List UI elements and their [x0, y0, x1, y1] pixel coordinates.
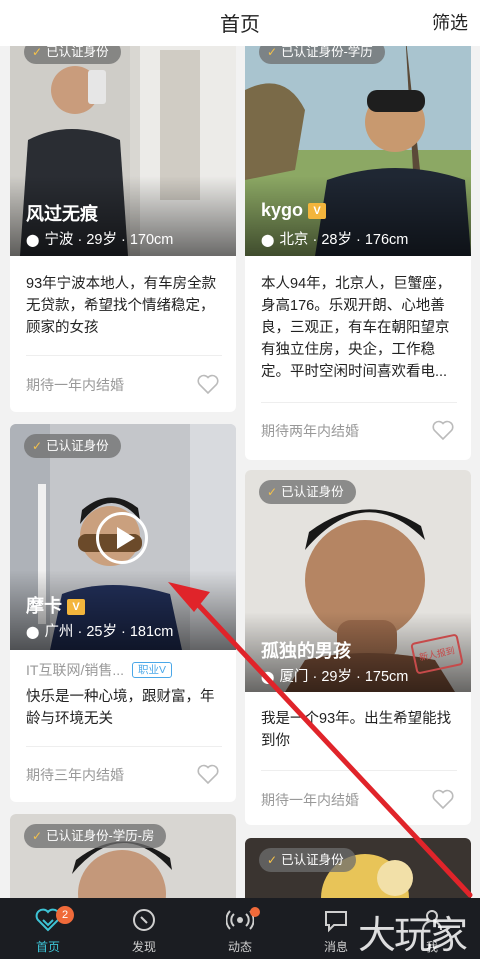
- profile-card[interactable]: ✓ 已认证身份 风过无痕 ⬤ 宁波 · 29岁 · 170cm 93年宁波本地人，有…: [10, 30, 236, 412]
- check-icon: ✓: [267, 485, 278, 499]
- profile-meta: ⬤ 广州 · 25岁 · 181cm: [26, 624, 174, 640]
- verified-badge: ✓ 已认证身份: [24, 434, 121, 458]
- location-pin-icon: ⬤: [26, 625, 40, 639]
- new-dot: [250, 907, 260, 917]
- marriage-plan: 期待一年内结婚: [261, 792, 359, 808]
- top-bar: 首页 筛选: [0, 0, 480, 46]
- profile-description: 93年宁波本地人，有车房全款无贷款，希望找个情绪稳定，顾家的女孩: [26, 276, 217, 336]
- like-heart-icon[interactable]: [431, 418, 455, 442]
- vip-icon: V: [308, 203, 327, 219]
- compass-icon: [133, 909, 155, 931]
- profile-card[interactable]: 新人报到 ✓ 已认证身份 孤独的男孩 ⬤ 厦门 · 29岁 · 175cm 我是一个…: [245, 470, 471, 825]
- check-icon: ✓: [267, 853, 278, 867]
- profile-card[interactable]: ✓ 已认证身份-学历 kygo V ⬤ 北京 · 28岁 · 176cm 本人94年，…: [245, 30, 471, 460]
- location-pin-icon: ⬤: [261, 670, 275, 684]
- vip-icon: V: [67, 599, 85, 615]
- message-icon: [325, 911, 347, 933]
- like-heart-icon[interactable]: [431, 787, 455, 811]
- location-pin-icon: ⬤: [26, 233, 40, 247]
- verified-badge: ✓ 已认证身份: [259, 480, 356, 504]
- watermark: 大玩家: [357, 913, 468, 957]
- check-icon: ✓: [32, 45, 43, 59]
- job-verified-tag: 职业V: [132, 662, 173, 678]
- nav-moments[interactable]: 动态: [192, 898, 288, 959]
- page-title: 首页: [220, 14, 260, 36]
- nav-home[interactable]: 2 首页: [0, 898, 96, 959]
- like-heart-icon[interactable]: [196, 372, 220, 396]
- profile-name: 摩卡 V: [26, 592, 85, 618]
- profile-description: 快乐是一种心境，跟财富，年龄与环境无关: [26, 689, 215, 727]
- play-video-icon[interactable]: [96, 512, 148, 564]
- profile-name: 风过无痕: [26, 204, 98, 224]
- marriage-plan: 期待三年内结婚: [26, 767, 124, 783]
- profile-meta: ⬤ 宁波 · 29岁 · 170cm: [26, 232, 174, 248]
- verified-badge: ✓ 已认证身份: [259, 848, 356, 872]
- profile-name: 孤独的男孩: [261, 641, 351, 661]
- nav-discover[interactable]: 发现: [96, 898, 192, 959]
- profile-meta: ⬤ 厦门 · 29岁 · 175cm: [261, 669, 409, 685]
- profile-description: 我是一个93年。出生希望能找到你: [261, 711, 452, 749]
- check-icon: ✓: [32, 439, 43, 453]
- check-icon: ✓: [267, 45, 278, 59]
- like-heart-icon[interactable]: [196, 762, 220, 786]
- location-pin-icon: ⬤: [261, 233, 275, 247]
- profile-name: kygo V: [261, 200, 327, 221]
- profile-description: 本人94年，北京人，巨蟹座，身高176。乐观开朗、心地善良，三观正，有车在朝阳望…: [261, 276, 452, 380]
- profile-card[interactable]: ✓ 已认证身份 摩卡 V ⬤ 广州 · 25岁 · 181cm IT互联网/销售...…: [10, 424, 236, 802]
- filter-button[interactable]: 筛选: [432, 9, 468, 35]
- check-icon: ✓: [32, 829, 43, 843]
- marriage-plan: 期待一年内结婚: [26, 377, 124, 393]
- unread-count-badge: 2: [56, 906, 74, 924]
- profile-meta: ⬤ 北京 · 28岁 · 176cm: [261, 232, 409, 248]
- occupation: IT互联网/销售... 职业V: [26, 660, 173, 680]
- verified-badge: ✓ 已认证身份-学历-房: [24, 824, 167, 848]
- marriage-plan: 期待两年内结婚: [261, 423, 359, 439]
